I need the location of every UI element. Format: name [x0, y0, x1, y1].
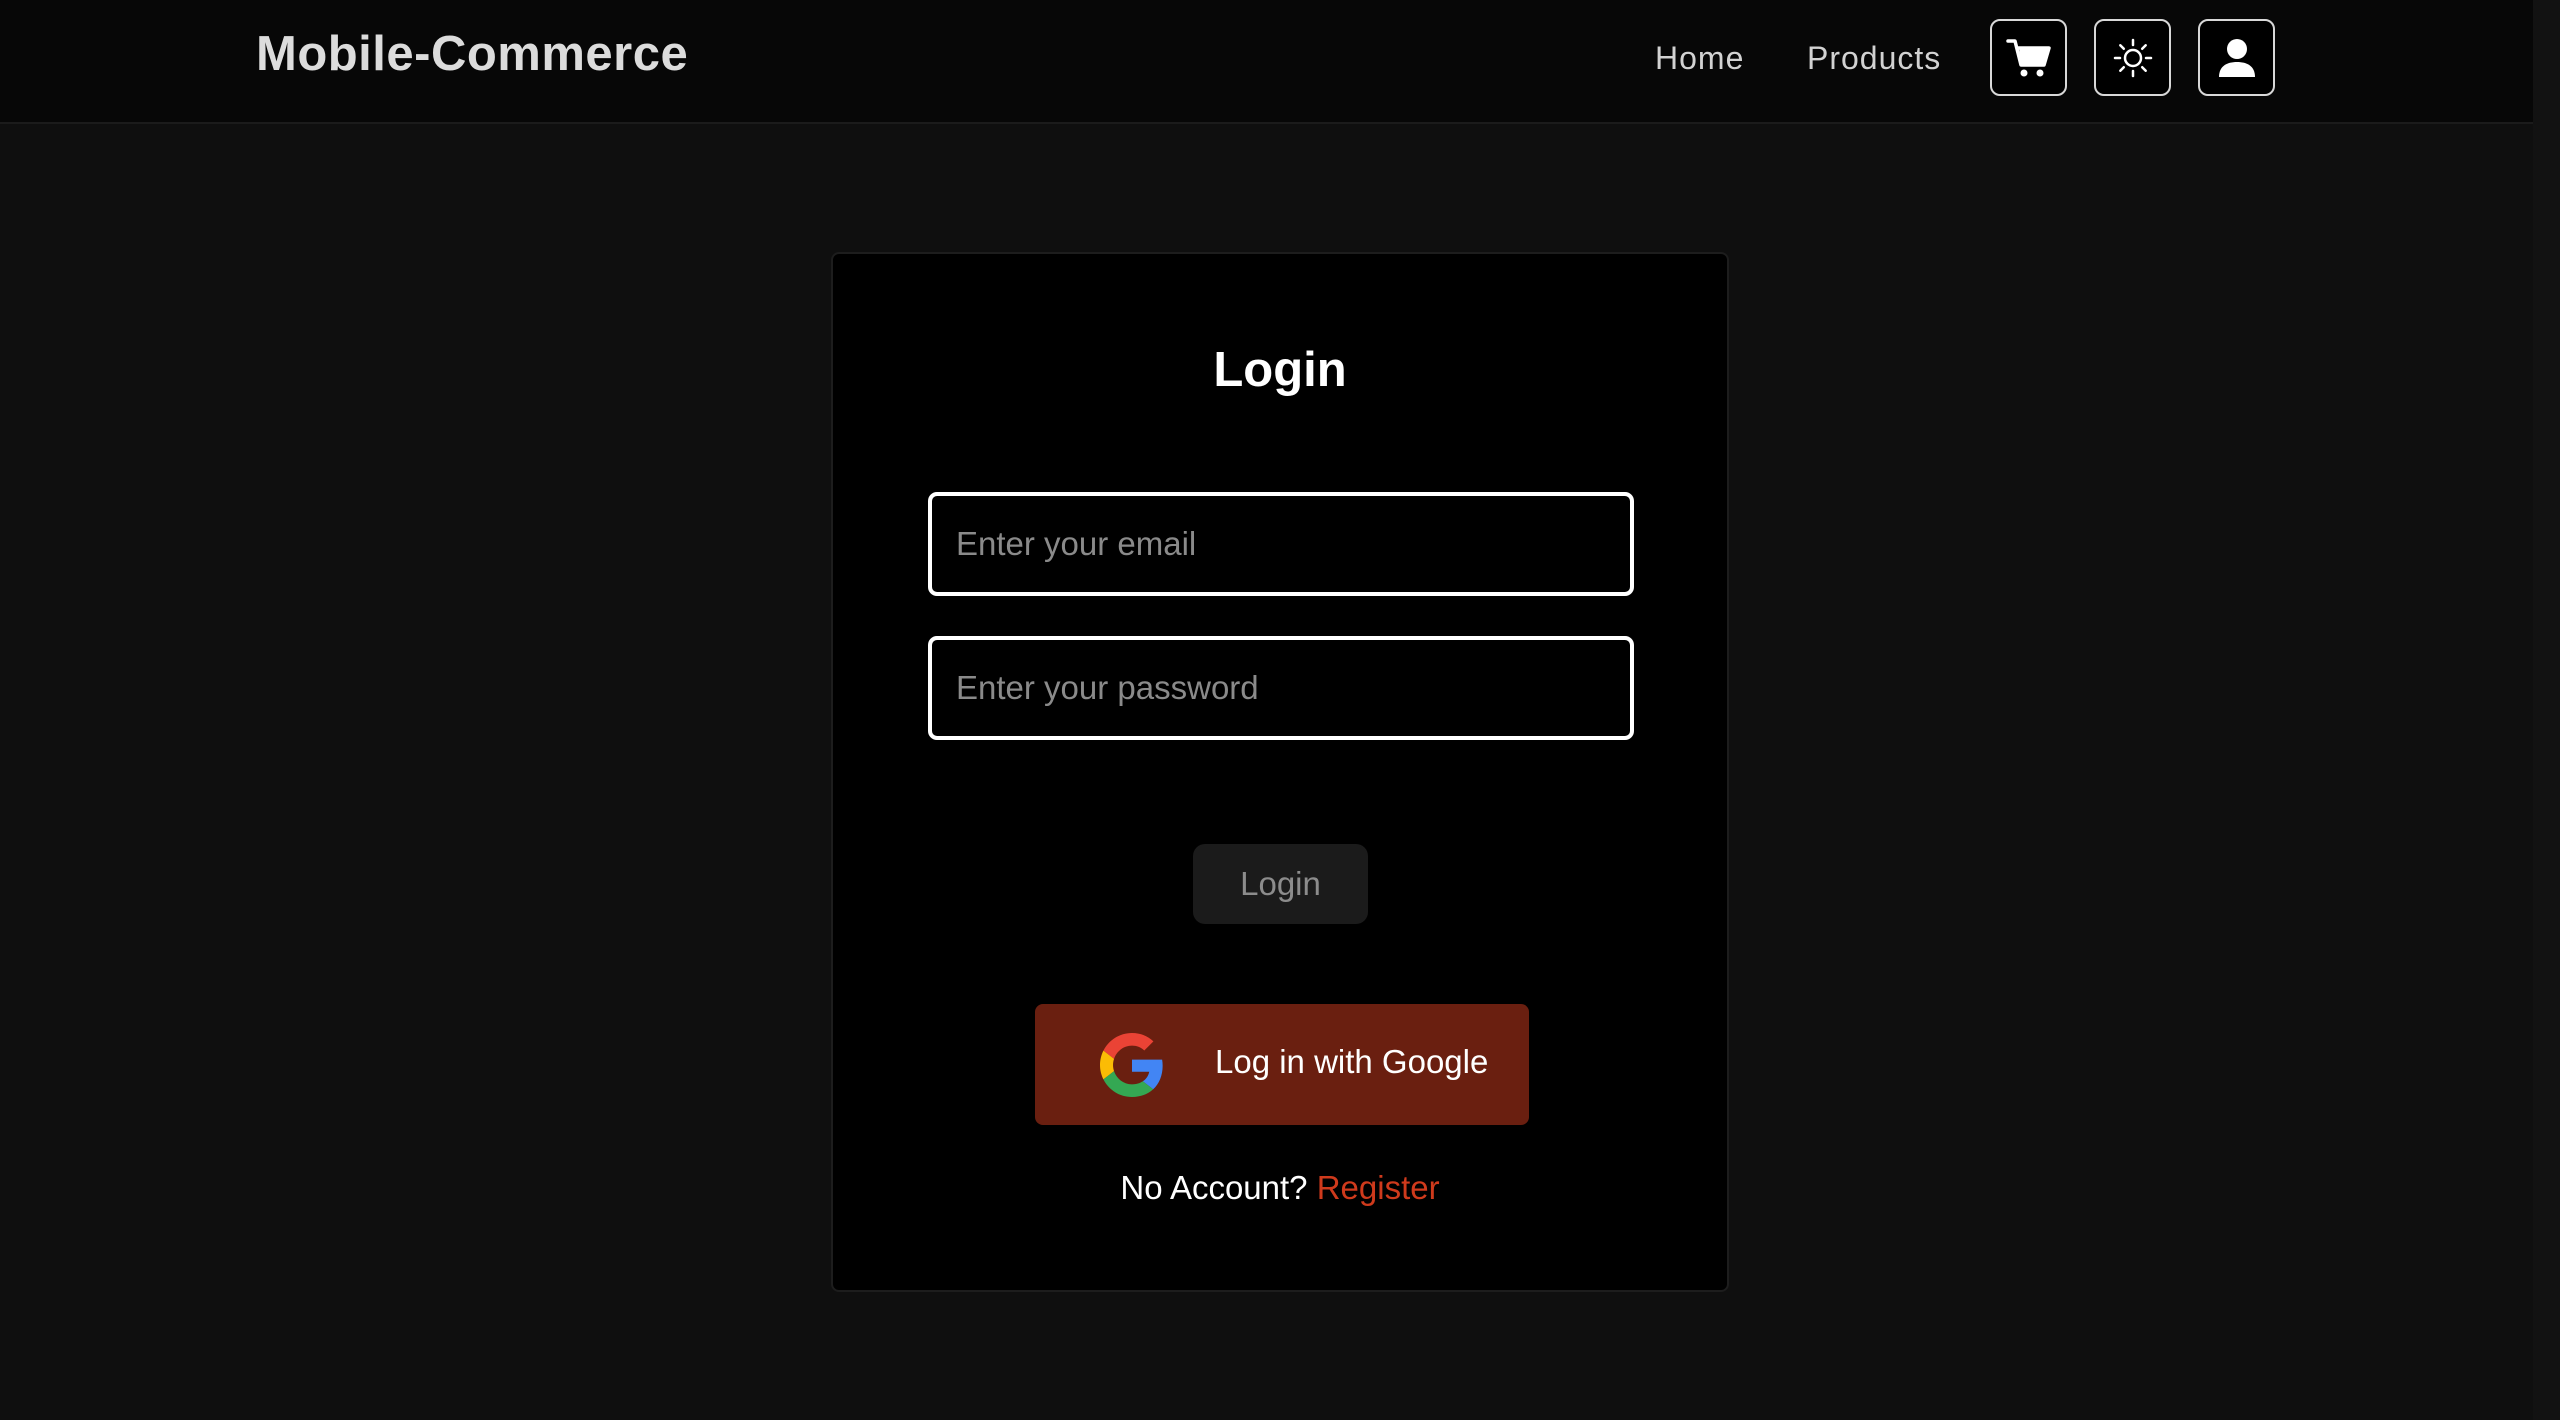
theme-toggle-button[interactable] [2094, 19, 2171, 96]
login-button[interactable]: Login [1193, 844, 1368, 924]
nav-products-link[interactable]: Products [1807, 40, 1941, 77]
register-link[interactable]: Register [1317, 1169, 1440, 1206]
user-icon [2218, 38, 2255, 77]
password-input[interactable] [928, 636, 1634, 740]
google-login-label: Log in with Google [1215, 1043, 1489, 1080]
register-prompt-text: No Account? [1120, 1169, 1308, 1206]
scrollbar-track[interactable] [2533, 0, 2560, 1420]
cart-icon [2005, 38, 2051, 76]
google-login-button[interactable]: Log in with Google [1035, 1004, 1529, 1125]
brand-logo[interactable]: Mobile-Commerce [256, 26, 688, 82]
login-title: Login [1213, 343, 1347, 397]
top-navbar: Mobile-Commerce Home Products [0, 0, 2533, 124]
google-icon [1100, 1033, 1163, 1097]
register-prompt: No Account? Register [833, 1169, 1727, 1207]
login-card: Login Login Log in with Google No Accoun… [831, 252, 1729, 1292]
sun-icon [2113, 38, 2152, 77]
account-button[interactable] [2198, 19, 2275, 96]
email-input[interactable] [928, 492, 1634, 596]
cart-button[interactable] [1990, 19, 2067, 96]
nav-home-link[interactable]: Home [1655, 40, 1744, 77]
